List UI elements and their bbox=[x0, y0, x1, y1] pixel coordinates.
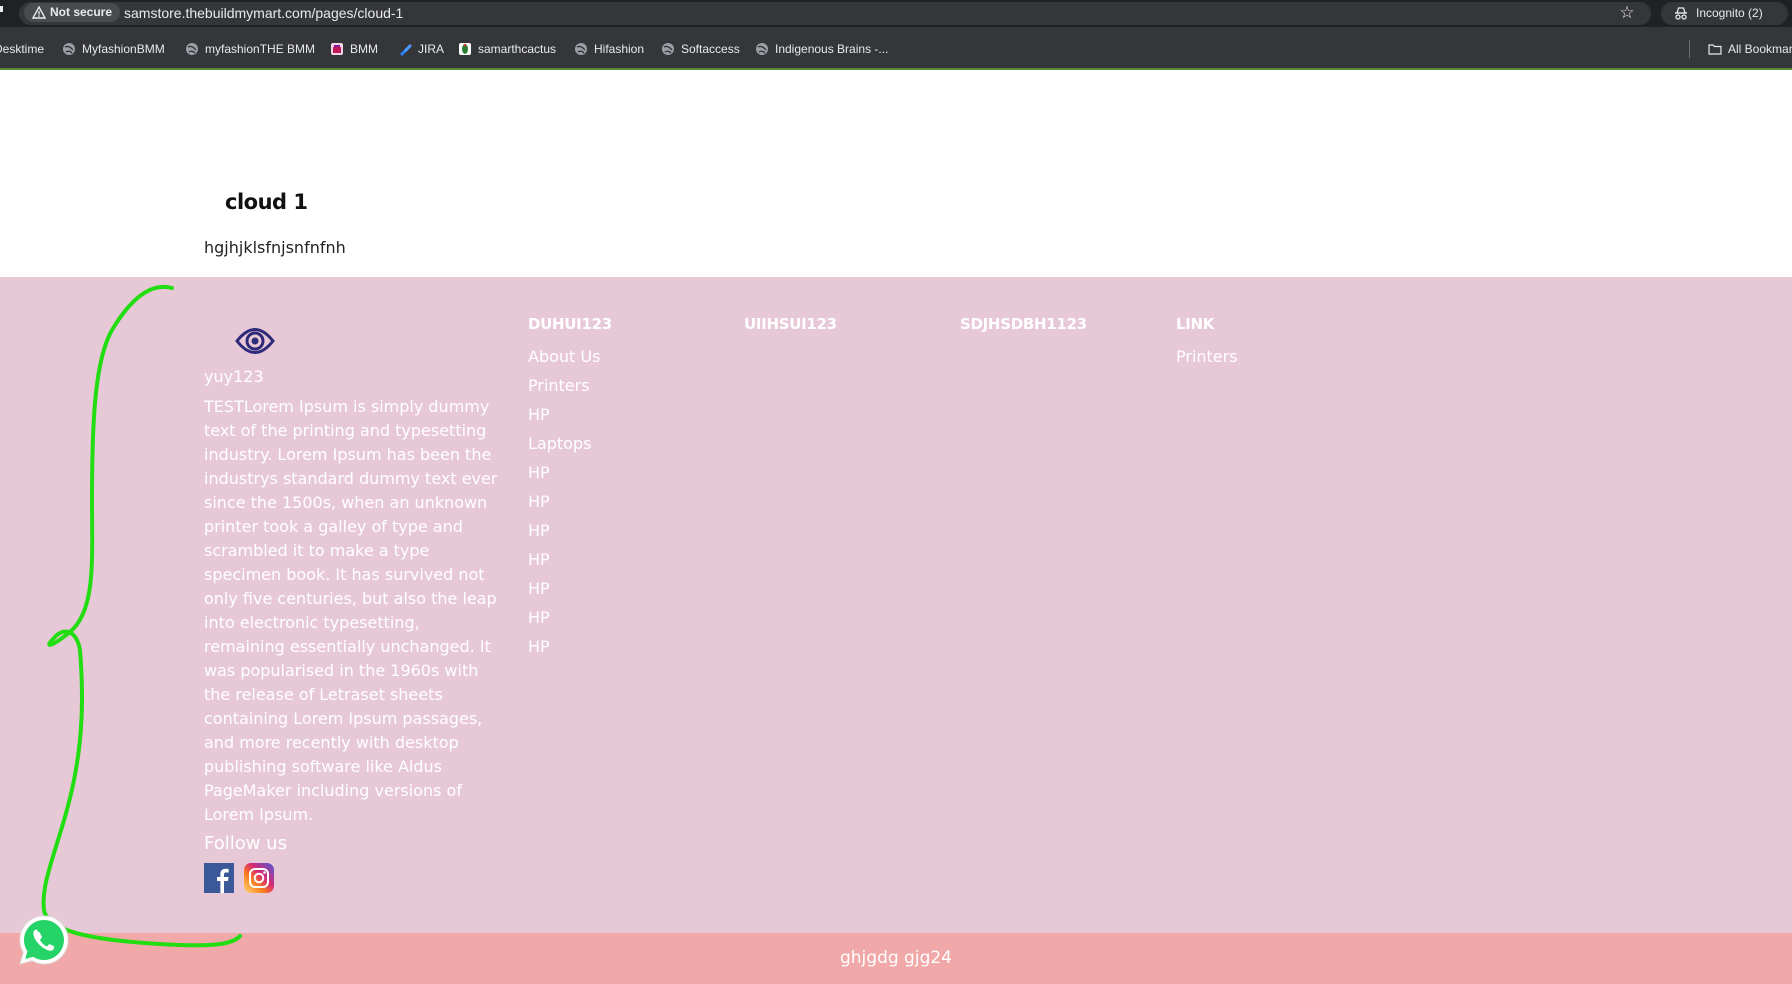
footer-link-about-us[interactable]: About Us bbox=[528, 342, 612, 371]
cactus-icon bbox=[459, 43, 471, 55]
footer-link-printers[interactable]: Printers bbox=[1176, 342, 1238, 371]
logo-icon[interactable] bbox=[233, 322, 277, 360]
bookmark-myfashionthebmm[interactable]: myfashionTHE BMM bbox=[185, 39, 315, 59]
bookmark-label: Desktime bbox=[0, 42, 45, 56]
instagram-icon[interactable] bbox=[244, 863, 274, 893]
footer-column-uiihsui123: UIIHSUI123 bbox=[744, 315, 837, 342]
footer-link-hp[interactable]: HP bbox=[528, 516, 612, 545]
footer-column-heading: LINK bbox=[1176, 315, 1215, 333]
footer-column-sdjhsdbh1123: SDJHSDBH1123 bbox=[960, 315, 1087, 342]
bookmarks-divider bbox=[1689, 40, 1690, 58]
globe-icon bbox=[63, 43, 75, 55]
page-body-text: hgjhjklsfnjsnfnfnh bbox=[204, 238, 346, 257]
site-footer: yuy123 TESTLorem Ipsum is simply dummy t… bbox=[0, 277, 1792, 933]
incognito-icon bbox=[1675, 7, 1687, 20]
bookmark-label: myfashionTHE BMM bbox=[205, 42, 316, 56]
bookmark-label: samarthcactus bbox=[478, 42, 557, 56]
incognito-label: Incognito (2) bbox=[1696, 6, 1763, 20]
bookmarks-bar: Desktime MyfashionBMM myfashionTHE BMM B… bbox=[0, 27, 1792, 70]
footer-column-heading: DUHUI123 bbox=[528, 315, 612, 333]
globe-icon bbox=[756, 43, 768, 55]
globe-icon bbox=[186, 43, 198, 55]
footer-link-hp[interactable]: HP bbox=[528, 545, 612, 574]
bookmark-hifashion[interactable]: Hifashion bbox=[574, 39, 644, 59]
facebook-icon[interactable] bbox=[204, 863, 234, 893]
bookmark-desktime[interactable]: Desktime bbox=[0, 39, 44, 59]
footer-brand: yuy123 bbox=[204, 367, 264, 386]
jira-icon bbox=[400, 44, 412, 56]
url-text[interactable]: samstore.thebuildmymart.com/pages/cloud-… bbox=[124, 4, 403, 23]
bookmark-myfashionbmm[interactable]: MyfashionBMM bbox=[62, 39, 165, 59]
footer-link-hp[interactable]: HP bbox=[528, 458, 612, 487]
bookmark-indigenous-brains[interactable]: Indigenous Brains -... bbox=[755, 39, 888, 59]
copyright-bar: ghjgdg gjg24 bbox=[0, 933, 1792, 984]
globe-icon bbox=[575, 43, 587, 55]
bookmark-label: MyfashionBMM bbox=[82, 42, 165, 56]
security-chip[interactable]: Not secure bbox=[24, 3, 121, 22]
bmm-favicon bbox=[331, 43, 343, 55]
bookmark-bmm[interactable]: BMM bbox=[330, 39, 378, 59]
footer-column-duhui123: DUHUI123 About Us Printers HP Laptops HP… bbox=[528, 315, 612, 661]
footer-link-hp[interactable]: HP bbox=[528, 487, 612, 516]
footer-about-text: TESTLorem Ipsum is simply dummy text of … bbox=[204, 397, 498, 824]
footer-link-hp[interactable]: HP bbox=[528, 574, 612, 603]
footer-link-hp[interactable]: HP bbox=[528, 400, 612, 429]
page-title: cloud 1 bbox=[225, 190, 308, 214]
security-label: Not secure bbox=[50, 5, 113, 19]
whatsapp-icon[interactable] bbox=[16, 912, 72, 968]
globe-icon bbox=[662, 43, 674, 55]
footer-link-hp[interactable]: HP bbox=[528, 603, 612, 632]
follow-us-label: Follow us bbox=[204, 833, 287, 854]
bookmark-label: Indigenous Brains -... bbox=[775, 42, 889, 56]
bookmark-jira[interactable]: JIRA bbox=[398, 39, 444, 59]
browser-address-bar: Not secure samstore.thebuildmymart.com/p… bbox=[0, 0, 1792, 27]
all-bookmarks-button[interactable]: All Bookmarks bbox=[1708, 39, 1792, 59]
footer-link-printers[interactable]: Printers bbox=[528, 371, 612, 400]
footer-column-link: LINK Printers bbox=[1176, 315, 1238, 371]
warning-icon bbox=[32, 6, 46, 19]
bookmark-softaccess[interactable]: Softaccess bbox=[661, 39, 740, 59]
footer-link-hp[interactable]: HP bbox=[528, 632, 612, 661]
incognito-button[interactable]: Incognito (2) bbox=[1661, 2, 1788, 25]
folder-icon bbox=[1708, 44, 1722, 55]
window-edge bbox=[0, 6, 3, 12]
footer-column-heading: UIIHSUI123 bbox=[744, 315, 837, 333]
star-icon[interactable]: ☆ bbox=[1616, 2, 1638, 24]
bookmark-samarthcactus[interactable]: samarthcactus bbox=[458, 39, 556, 59]
footer-link-laptops[interactable]: Laptops bbox=[528, 429, 612, 458]
footer-column-heading: SDJHSDBH1123 bbox=[960, 315, 1087, 333]
